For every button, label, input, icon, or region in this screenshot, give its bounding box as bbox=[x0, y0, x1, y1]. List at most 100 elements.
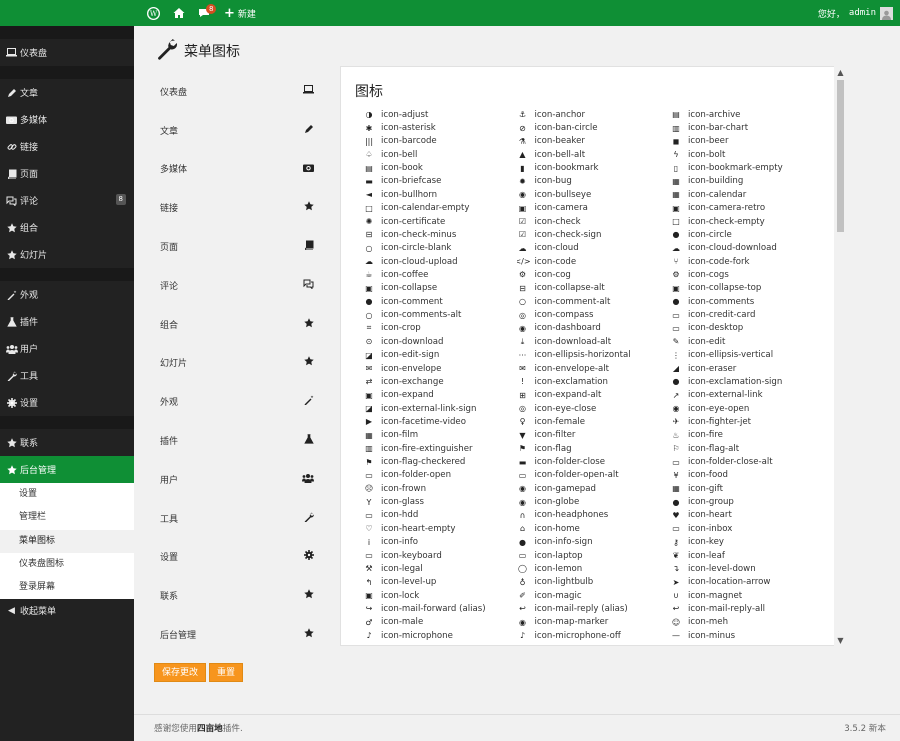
icon-option[interactable]: □ icon-check-empty bbox=[670, 215, 824, 228]
icon-option[interactable]: i icon-info bbox=[363, 536, 517, 549]
icon-option[interactable]: ▤ icon-book bbox=[363, 161, 517, 174]
icon-option[interactable]: ▣ icon-collapse-top bbox=[670, 282, 824, 295]
icon-option[interactable]: ▣ icon-camera bbox=[517, 202, 671, 215]
submenu-item[interactable]: 设置 bbox=[0, 483, 134, 506]
sidebar-item-wrench[interactable]: 工具 bbox=[0, 362, 134, 389]
icon-option[interactable]: ⚒ icon-legal bbox=[363, 562, 517, 575]
submenu-item[interactable]: 登录屏幕 bbox=[0, 576, 134, 599]
icon-option[interactable]: ▥ icon-bar-chart bbox=[670, 121, 824, 134]
submenu-item[interactable]: 管理栏 bbox=[0, 506, 134, 529]
icon-option[interactable]: ❦ icon-leaf bbox=[670, 549, 824, 562]
icon-option[interactable]: ◄ icon-bullhorn bbox=[363, 188, 517, 201]
icon-option[interactable]: ✉ icon-envelope-alt bbox=[517, 362, 671, 375]
menu-icon-row[interactable]: 仪表盘 bbox=[154, 72, 320, 111]
icon-option[interactable]: ▭ icon-hdd bbox=[363, 509, 517, 522]
save-button[interactable]: 保存更改 bbox=[154, 663, 207, 682]
menu-icon-row[interactable]: 幻灯片 bbox=[154, 344, 320, 383]
icon-option[interactable]: ▣ icon-camera-retro bbox=[670, 202, 824, 215]
icon-option[interactable]: ☺ icon-meh bbox=[670, 616, 824, 629]
icon-option[interactable]: ✺ icon-certificate bbox=[363, 215, 517, 228]
menu-icon-row[interactable]: 设置 bbox=[154, 538, 320, 577]
icon-option[interactable]: ◉ icon-globe bbox=[517, 495, 671, 508]
icon-option[interactable]: ♂ icon-male bbox=[363, 616, 517, 629]
icon-option[interactable]: ▭ icon-folder-open-alt bbox=[517, 469, 671, 482]
icon-option[interactable]: ♪ icon-microphone-off bbox=[517, 629, 671, 642]
icon-option[interactable]: ∪ icon-magnet bbox=[670, 589, 824, 602]
icon-option[interactable]: ✐ icon-magic bbox=[517, 589, 671, 602]
camera-icon[interactable] bbox=[303, 163, 314, 175]
icon-panel-scrollbar[interactable]: ▲ ▼ bbox=[834, 66, 847, 646]
icon-option[interactable]: ▬ icon-folder-close bbox=[517, 455, 671, 468]
menu-icon-row[interactable]: 插件 bbox=[154, 421, 320, 460]
icon-option[interactable]: ● icon-info-sign bbox=[517, 536, 671, 549]
icon-option[interactable]: ▦ icon-calendar bbox=[670, 188, 824, 201]
collapse-menu[interactable]: ◀ 收起菜单 bbox=[0, 599, 134, 622]
icon-option[interactable]: ☁ icon-cloud bbox=[517, 242, 671, 255]
sidebar-item-star[interactable]: 幻灯片 bbox=[0, 241, 134, 268]
star-icon[interactable] bbox=[304, 589, 314, 602]
icon-option[interactable]: ▣ icon-lock bbox=[363, 589, 517, 602]
icon-option[interactable]: ☁ icon-cloud-upload bbox=[363, 255, 517, 268]
icon-option[interactable]: ⤓ icon-download-alt bbox=[517, 335, 671, 348]
wrench-icon[interactable] bbox=[304, 512, 314, 525]
icon-option[interactable]: ◉ icon-gamepad bbox=[517, 482, 671, 495]
menu-icon-row[interactable]: 组合 bbox=[154, 305, 320, 344]
icon-option[interactable]: ○ icon-circle-blank bbox=[363, 242, 517, 255]
icon-option[interactable]: ✹ icon-bug bbox=[517, 175, 671, 188]
star-icon[interactable] bbox=[304, 201, 314, 214]
scroll-up-icon[interactable]: ▲ bbox=[834, 66, 847, 78]
icon-option[interactable]: ⚙ icon-cog bbox=[517, 268, 671, 281]
icon-option[interactable]: ⚷ icon-key bbox=[670, 536, 824, 549]
cog-icon[interactable] bbox=[304, 550, 314, 563]
new-content-link[interactable]: + 新建 bbox=[217, 0, 263, 26]
icon-option[interactable]: ✈ icon-fighter-jet bbox=[670, 415, 824, 428]
icon-option[interactable]: ♤ icon-bell bbox=[363, 148, 517, 161]
icon-option[interactable]: ♨ icon-fire bbox=[670, 429, 824, 442]
icon-option[interactable]: ϟ icon-bolt bbox=[670, 148, 824, 161]
icon-option[interactable]: ↪ icon-mail-forward (alias) bbox=[363, 602, 517, 615]
scrollbar-thumb[interactable] bbox=[837, 80, 844, 232]
menu-icon-row[interactable]: 页面 bbox=[154, 227, 320, 266]
icon-option[interactable]: ● icon-group bbox=[670, 495, 824, 508]
icon-option[interactable]: ▲ icon-bell-alt bbox=[517, 148, 671, 161]
icon-option[interactable]: ··· icon-ellipsis-horizontal bbox=[517, 348, 671, 361]
menu-icon-row[interactable]: 多媒体 bbox=[154, 150, 320, 189]
icon-option[interactable]: ☁ icon-cloud-download bbox=[670, 242, 824, 255]
icon-option[interactable]: ◎ icon-eye-close bbox=[517, 402, 671, 415]
icon-option[interactable]: ⌗ icon-crop bbox=[363, 322, 517, 335]
icon-option[interactable]: ⑂ icon-code-fork bbox=[670, 255, 824, 268]
menu-icon-row[interactable]: 文章 bbox=[154, 111, 320, 150]
icon-option[interactable]: ▦ icon-building bbox=[670, 175, 824, 188]
menu-icon-row[interactable]: 用户 bbox=[154, 460, 320, 499]
icon-option[interactable]: ⌂ icon-home bbox=[517, 522, 671, 535]
star-icon[interactable] bbox=[304, 317, 314, 331]
sidebar-item-group[interactable]: 用户 bbox=[0, 335, 134, 362]
icon-option[interactable]: — icon-minus bbox=[670, 629, 824, 642]
icon-option[interactable]: ● icon-exclamation-sign bbox=[670, 375, 824, 388]
icon-option[interactable]: ¥ icon-food bbox=[670, 469, 824, 482]
menu-icon-row[interactable]: 工具 bbox=[154, 499, 320, 538]
icon-option[interactable]: □ icon-calendar-empty bbox=[363, 202, 517, 215]
icon-option[interactable]: ▶ icon-facetime-video bbox=[363, 415, 517, 428]
sidebar-item-cog[interactable]: 设置 bbox=[0, 389, 134, 416]
icon-option[interactable]: ⊞ icon-expand-alt bbox=[517, 389, 671, 402]
icon-option[interactable]: ☑ icon-check-sign bbox=[517, 228, 671, 241]
sidebar-item-pencil[interactable]: 文章 bbox=[0, 79, 134, 106]
icon-option[interactable]: ○ icon-comments-alt bbox=[363, 308, 517, 321]
sidebar-item-star[interactable]: 联系 bbox=[0, 429, 134, 456]
icon-option[interactable]: ◪ icon-external-link-sign bbox=[363, 402, 517, 415]
icon-option[interactable]: ♀ icon-female bbox=[517, 415, 671, 428]
icon-option[interactable]: ▦ icon-gift bbox=[670, 482, 824, 495]
icon-option[interactable]: ⚗ icon-beaker bbox=[517, 135, 671, 148]
icon-option[interactable]: ◉ icon-eye-open bbox=[670, 402, 824, 415]
sidebar-item-link[interactable]: 链接 bbox=[0, 133, 134, 160]
icon-option[interactable]: ◉ icon-bullseye bbox=[517, 188, 671, 201]
icon-option[interactable]: ◯ icon-lemon bbox=[517, 562, 671, 575]
icon-option[interactable]: ⚑ icon-flag-checkered bbox=[363, 455, 517, 468]
icon-option[interactable]: ◪ icon-edit-sign bbox=[363, 348, 517, 361]
star-icon[interactable] bbox=[304, 628, 314, 641]
icon-option[interactable]: ➤ icon-location-arrow bbox=[670, 576, 824, 589]
book-icon[interactable] bbox=[304, 240, 314, 253]
sidebar-item-beaker[interactable]: 插件 bbox=[0, 308, 134, 335]
icon-option[interactable]: ▭ icon-keyboard bbox=[363, 549, 517, 562]
